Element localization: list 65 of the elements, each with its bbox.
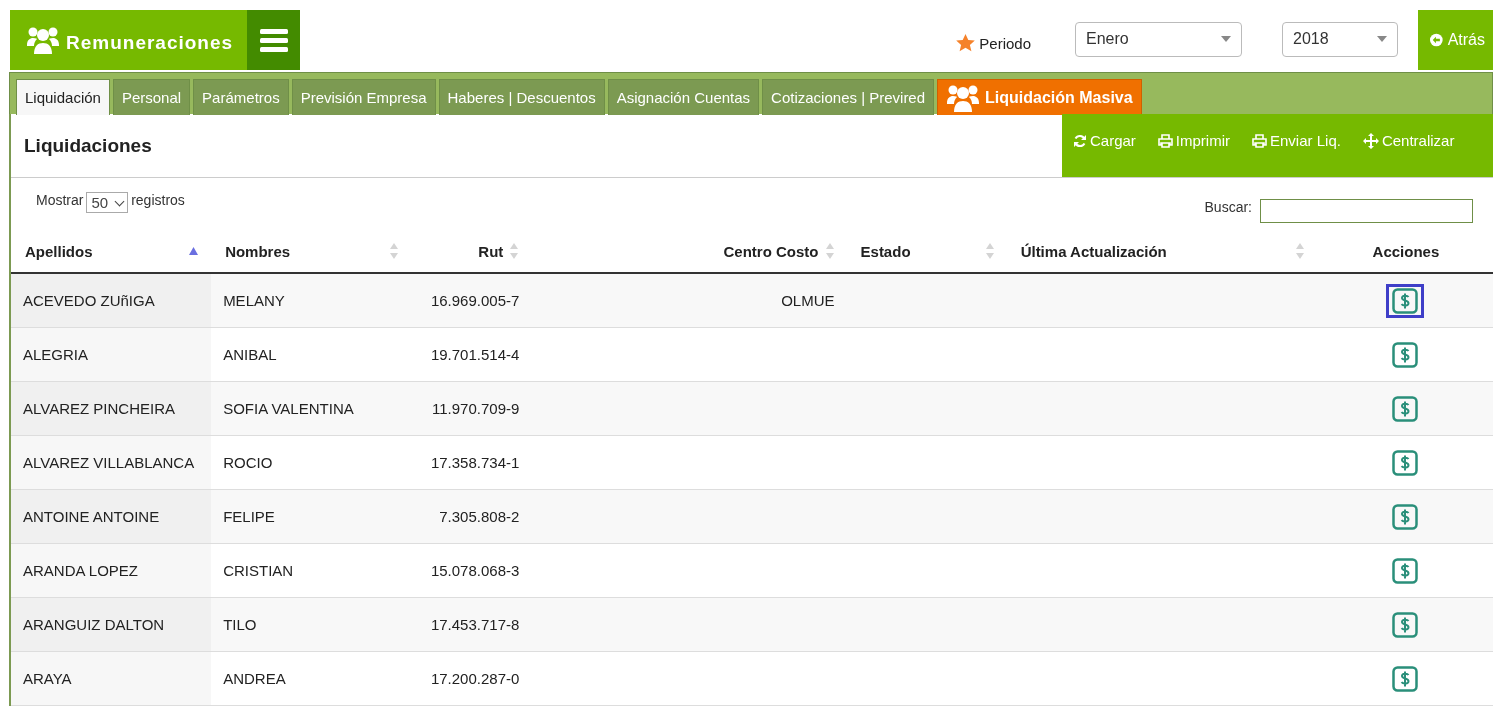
table-cell: 17.200.287-0 bbox=[411, 651, 532, 706]
table-cell: 15.078.068-3 bbox=[411, 543, 532, 598]
table-cell: CRISTIAN bbox=[211, 543, 412, 598]
tab[interactable]: Parámetros bbox=[193, 79, 289, 115]
table-cell: SOFIA VALENTINA bbox=[211, 381, 412, 436]
table-cell: 11.970.709-9 bbox=[411, 381, 532, 436]
refresh-icon bbox=[1073, 133, 1087, 148]
search-field[interactable] bbox=[1260, 199, 1473, 223]
table-cell: ANTOINE ANTOINE bbox=[11, 489, 212, 544]
table-cell: ALVAREZ VILLABLANCA bbox=[11, 435, 212, 490]
table-cell: ANDREA bbox=[211, 651, 412, 706]
search-label: Buscar: bbox=[1204, 199, 1252, 215]
payslip-button[interactable] bbox=[1385, 283, 1424, 318]
table-cell: TILO bbox=[211, 597, 412, 652]
users-icon bbox=[26, 25, 60, 55]
table-cell: ACEVEDO ZUñIGA bbox=[11, 273, 212, 328]
tab[interactable]: Liquidación bbox=[16, 79, 110, 115]
table-cell: ANIBAL bbox=[211, 327, 412, 382]
panel-title: Liquidaciones bbox=[23, 134, 153, 157]
table-cell: 17.453.717-8 bbox=[411, 597, 532, 652]
dollar-icon bbox=[1391, 665, 1418, 692]
tab[interactable]: Cotizaciones | Previred bbox=[762, 79, 935, 115]
table-cell: 7.305.808-2 bbox=[411, 489, 532, 544]
menu-icon bbox=[259, 28, 288, 52]
tab[interactable]: Asignación Cuentas bbox=[607, 79, 760, 115]
tab[interactable]: Previsión Empresa bbox=[291, 79, 436, 115]
table-cell: ARAYA bbox=[11, 651, 212, 706]
table-cell: 16.969.005-7 bbox=[411, 273, 532, 328]
tab[interactable]: Liquidación Masiva bbox=[937, 79, 1142, 115]
app-title: Remuneraciones bbox=[66, 32, 234, 54]
action-button[interactable]: Cargar bbox=[1073, 132, 1136, 149]
dollar-icon bbox=[1391, 341, 1418, 368]
table-cell: ARANDA LOPEZ bbox=[11, 543, 212, 598]
dollar-icon bbox=[1391, 287, 1418, 314]
month-select[interactable]: Enero bbox=[1075, 21, 1242, 57]
back-button[interactable]: Atrás bbox=[1418, 10, 1493, 70]
table-cell: ALEGRIA bbox=[11, 327, 212, 382]
move-icon bbox=[1362, 132, 1379, 149]
table-cell: ROCIO bbox=[211, 435, 412, 490]
page-size-select[interactable]: 50 bbox=[86, 192, 129, 213]
year-select[interactable]: 2018 bbox=[1282, 21, 1398, 57]
dollar-icon bbox=[1391, 395, 1418, 422]
dollar-icon bbox=[1391, 557, 1418, 584]
dollar-icon bbox=[1391, 449, 1418, 476]
action-button[interactable]: Centralizar bbox=[1362, 132, 1455, 149]
tab[interactable]: Haberes | Descuentos bbox=[438, 79, 605, 115]
table-cell: OLMUE bbox=[531, 273, 847, 328]
table-cell: FELIPE bbox=[211, 489, 412, 544]
table-cell: 17.358.734-1 bbox=[411, 435, 532, 490]
action-button[interactable]: Enviar Liq. bbox=[1252, 132, 1341, 149]
dollar-icon bbox=[1391, 611, 1418, 638]
table-cell: ARANGUIZ DALTON bbox=[11, 597, 212, 652]
table-cell: 19.701.514-4 bbox=[411, 327, 532, 382]
period-label: Periodo bbox=[979, 34, 1031, 52]
star-icon bbox=[956, 34, 976, 52]
table-cell: MELANY bbox=[211, 273, 412, 328]
action-button[interactable]: Imprimir bbox=[1157, 132, 1230, 149]
records-label: registros bbox=[131, 192, 185, 208]
show-label: Mostrar bbox=[36, 192, 84, 208]
dollar-icon bbox=[1391, 503, 1418, 530]
printer-icon bbox=[1157, 133, 1173, 148]
tab[interactable]: Personal bbox=[112, 79, 191, 115]
printer-icon bbox=[1252, 133, 1267, 148]
table-cell: ALVAREZ PINCHEIRA bbox=[11, 381, 212, 436]
menu-button[interactable] bbox=[247, 10, 300, 70]
